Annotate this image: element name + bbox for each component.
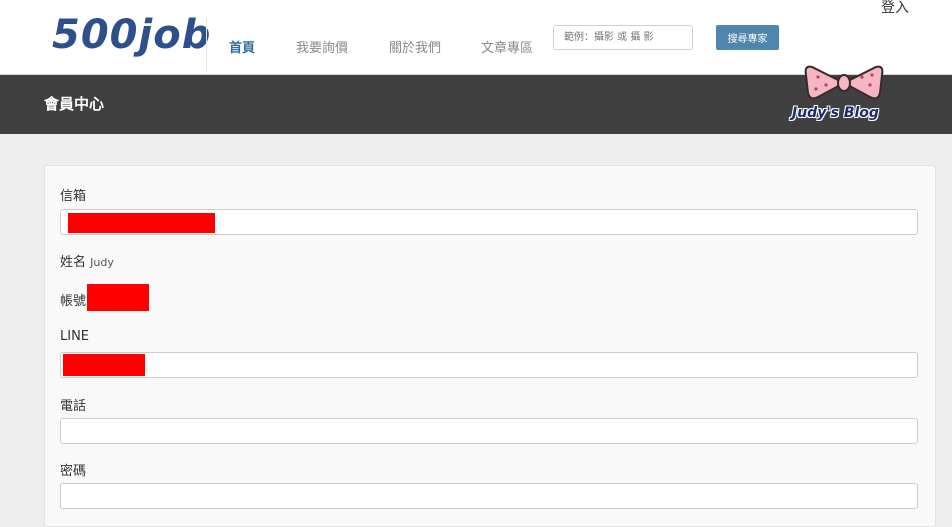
nav-quote[interactable]: 我要詢價 bbox=[296, 37, 348, 56]
name-value: Judy bbox=[90, 256, 114, 269]
watermark-text: Judy's Blog bbox=[792, 105, 879, 121]
nav-articles[interactable]: 文章專區 bbox=[481, 37, 533, 56]
line-label: LINE bbox=[60, 329, 90, 344]
member-form-card: 信箱 姓名 Judy 帳號 LINE 電話 密碼 bbox=[44, 165, 936, 527]
phone-label: 電話 bbox=[60, 399, 87, 414]
line-field[interactable] bbox=[60, 352, 918, 378]
redaction-mark bbox=[87, 284, 149, 311]
bow-icon bbox=[804, 65, 884, 100]
password-field[interactable] bbox=[60, 483, 918, 509]
email-label: 信箱 bbox=[60, 189, 87, 204]
redaction-mark bbox=[63, 354, 145, 376]
login-link[interactable]: 登入 bbox=[881, 0, 909, 17]
search-experts-button[interactable]: 搜尋專家 bbox=[716, 25, 779, 50]
email-field[interactable] bbox=[60, 209, 918, 235]
nav-about[interactable]: 關於我們 bbox=[389, 37, 441, 56]
password-label: 密碼 bbox=[60, 464, 87, 479]
account-label: 帳號 bbox=[60, 294, 87, 309]
site-logo[interactable]: 500job bbox=[52, 12, 211, 58]
page-title: 會員中心 bbox=[44, 95, 105, 113]
nav-home[interactable]: 首頁 bbox=[229, 37, 255, 56]
name-label: 姓名 bbox=[60, 255, 87, 270]
blog-watermark: Judy's Blog bbox=[790, 63, 900, 133]
redaction-mark bbox=[68, 213, 215, 233]
divider bbox=[206, 18, 207, 72]
phone-field[interactable] bbox=[60, 418, 918, 444]
search-input[interactable] bbox=[553, 25, 693, 50]
name-row: 姓名 Judy bbox=[60, 251, 114, 270]
